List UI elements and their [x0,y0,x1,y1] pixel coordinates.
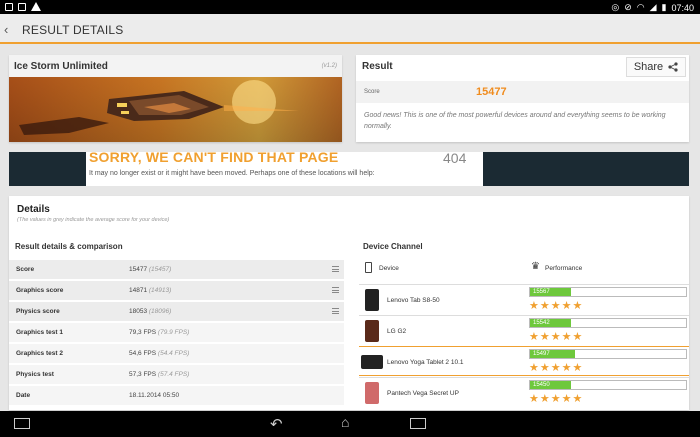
device-icon [365,262,372,273]
clock: 07:40 [671,2,694,13]
device-row[interactable]: Pantech Vega Secret UP 15450 ★★★★★ [359,377,689,407]
device-thumbnail [365,382,379,404]
row-value: 15477 (15457) [129,266,172,273]
star-rating: ★★★★★ [529,300,584,312]
performance-bar: 15567 [529,287,687,297]
row-label: Graphics test 1 [16,329,63,336]
row-value: 54,6 FPS (54.4 FPS) [129,350,190,357]
device-name: Pantech Vega Secret UP [387,390,459,397]
star-rating: ★★★★★ [529,362,584,374]
banner-right-panel [483,152,689,186]
row-value: 57,3 FPS (57.4 FPS) [129,371,190,378]
share-icon [668,62,678,72]
error-headline: SORRY, WE CAN'T FIND THAT PAGE [89,152,339,165]
navigation-bar: ↶ ⌂ [0,411,700,437]
app-notification-icon [18,2,26,11]
share-label: Share [633,61,664,73]
result-row-gt1: Graphics test 1 79,3 FPS (79.9 FPS) [9,323,344,342]
performance-bar: 15542 [529,318,687,328]
device-score: 15497 [533,351,550,357]
row-label: Physics test [16,371,54,378]
expand-icon[interactable] [332,308,339,314]
device-thumbnail [365,320,379,342]
alarm-icon: ◎ [611,2,620,12]
recents-icon[interactable] [410,418,426,429]
row-value: 14871 (14913) [129,287,172,294]
share-button[interactable]: Share [626,57,686,77]
device-row-selected[interactable]: Lenovo Yoga Tablet 2 10.1 15497 ★★★★★ [359,346,689,376]
trophy-icon: ♛ [531,261,540,272]
performance-bar: 15450 [529,380,687,390]
error-subtext: It may no longer exist or it might have … [89,170,375,177]
result-row-physics[interactable]: Physics score 18053 (18096) [9,302,344,321]
test-card: Ice Storm Unlimited (v1.2) [9,55,342,142]
performance-bar: 15497 [529,349,687,359]
home-icon[interactable]: ⌂ [341,414,349,430]
details-title: Details [17,204,50,215]
score-value: 15477 [476,86,507,98]
row-label: Date [16,392,31,399]
wifi-icon: ◠ [636,2,645,12]
test-version: (v1.2) [321,63,337,69]
col-device: Device [379,265,399,272]
score-row: Score 15477 [356,81,689,103]
device-thumbnail [365,289,379,311]
back-nav-icon[interactable]: ↶ [270,415,283,433]
row-label: Graphics test 2 [16,350,63,357]
split-screen-icon[interactable] [14,418,30,429]
device-score: 15542 [533,320,550,326]
mute-icon: ⊘ [624,2,632,12]
results-heading: Result details & comparison [15,242,123,251]
device-name: LG G2 [387,328,407,335]
result-row-pt: Physics test 57,3 FPS (57.4 FPS) [9,365,344,384]
row-label: Physics score [16,308,60,315]
star-rating: ★★★★★ [529,393,584,405]
result-row-gt2: Graphics test 2 54,6 FPS (54.4 FPS) [9,344,344,363]
details-subtitle: (The values in grey indicate the average… [17,217,170,223]
device-score: 15567 [533,289,550,295]
expand-icon[interactable] [332,266,339,272]
back-icon[interactable]: ‹ [4,22,8,37]
signal-icon: ◢ [649,2,657,12]
device-thumbnail [361,355,383,369]
warning-icon [31,2,41,11]
gallery-notification-icon [5,2,13,11]
result-message: Good news! This is one of the most power… [364,112,666,130]
result-row-graphics[interactable]: Graphics score 14871 (14913) [9,281,344,300]
error-code: 404 [443,152,467,166]
row-label: Graphics score [16,287,64,294]
banner-left-panel [9,152,86,186]
result-card: Result Share Score 15477 Good news! This… [356,55,689,142]
status-bar: ◎ ⊘ ◠ ◢ ▮ 07:40 [0,0,700,14]
app-bar: ‹ RESULT DETAILS [0,14,700,44]
col-performance: Performance [545,265,583,272]
row-value: 79,3 FPS (79.9 FPS) [129,329,190,336]
score-label: Score [364,89,380,95]
row-value: 18053 (18096) [129,308,172,315]
expand-icon[interactable] [332,287,339,293]
device-score: 15450 [533,382,550,388]
device-name: Lenovo Tab S8-50 [387,297,440,304]
device-row[interactable]: LG G2 15542 ★★★★★ [359,315,689,345]
result-row-score[interactable]: Score 15477 (15457) [9,260,344,279]
row-value: 18.11.2014 05:50 [129,392,180,399]
test-card-header: Ice Storm Unlimited (v1.2) [9,55,342,77]
test-artwork [9,77,342,142]
device-name: Lenovo Yoga Tablet 2 10.1 [387,359,464,366]
channel-heading: Device Channel [363,242,423,251]
result-row-date: Date 18.11.2014 05:50 [9,386,344,405]
details-card: Details (The values in grey indicate the… [9,196,689,410]
device-row[interactable]: Lenovo Tab S8-50 15567 ★★★★★ [359,284,689,314]
star-rating: ★★★★★ [529,331,584,343]
page-title: RESULT DETAILS [22,23,124,37]
row-label: Score [16,266,35,273]
battery-icon: ▮ [661,2,667,12]
channel-columns: Device ♛ Performance [359,258,689,282]
error-banner: SORRY, WE CAN'T FIND THAT PAGE 404 It ma… [9,152,689,186]
test-name: Ice Storm Unlimited [14,61,108,72]
result-title: Result [362,61,393,72]
